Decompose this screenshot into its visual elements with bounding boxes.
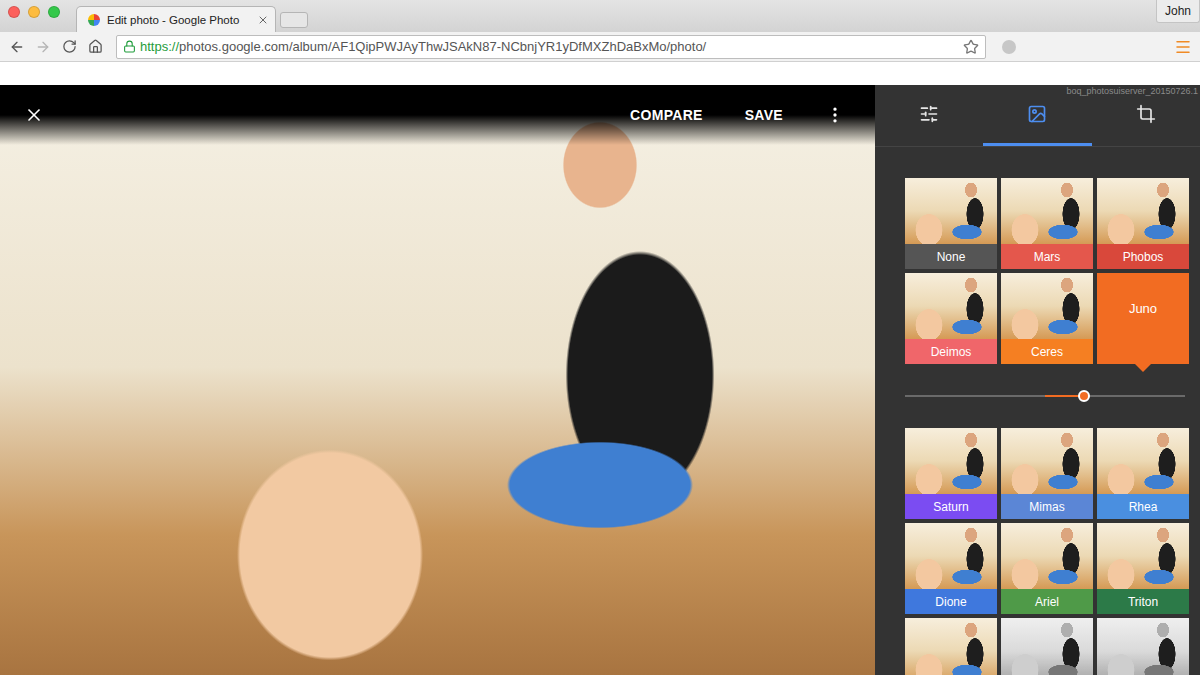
server-label: boq_photosuiserver_20150726.1 (1066, 86, 1198, 96)
filter-label: None (905, 244, 997, 269)
browser-tab[interactable]: Edit photo - Google Photo (76, 6, 276, 32)
edit-panel: boq_photosuiserver_20150726.1 NoneMarsPho… (875, 85, 1200, 675)
filter-tile[interactable]: Triton (1097, 523, 1189, 614)
filter-label: Deimos (905, 339, 997, 364)
photos-logo-icon (87, 13, 101, 27)
close-light-icon[interactable] (8, 6, 20, 18)
more-filter-grid: SaturnMimasRhea DioneArielTriton (875, 428, 1200, 675)
header-actions: COMPARE SAVE (630, 103, 845, 127)
forward-arrow-icon (35, 39, 51, 55)
url: https://photos.google.com/album/AF1QipPW… (140, 39, 959, 54)
filter-tile[interactable]: None (905, 178, 997, 269)
filter-label: Dione (905, 589, 997, 614)
reload-button[interactable] (60, 39, 78, 54)
filter-tile[interactable]: Phobos (1097, 178, 1189, 269)
filter-tile[interactable]: Saturn (905, 428, 997, 519)
slider-thumb[interactable] (1078, 390, 1090, 402)
chrome-menu-button[interactable] (1174, 38, 1192, 56)
filter-tile[interactable]: Mars (1001, 178, 1093, 269)
filter-thumbnail (905, 523, 997, 589)
menu-icon (1174, 38, 1192, 56)
filter-label: Triton (1097, 589, 1189, 614)
minimize-light-icon[interactable] (28, 6, 40, 18)
home-icon (88, 39, 103, 54)
back-button[interactable] (8, 39, 26, 55)
page-top-band (0, 62, 1200, 85)
filter-label: Mars (1001, 244, 1093, 269)
filter-tile[interactable]: Ariel (1001, 523, 1093, 614)
header-action-button[interactable]: SAVE (745, 103, 783, 127)
profile-button[interactable]: John (1156, 0, 1200, 23)
filter-tile[interactable]: Deimos (905, 273, 997, 364)
extension-icon[interactable] (1002, 40, 1016, 54)
intensity-slider[interactable] (905, 389, 1185, 403)
filter-label: Ariel (1001, 589, 1093, 614)
filter-thumbnail (1001, 178, 1093, 244)
lock-icon (123, 40, 136, 53)
close-button[interactable] (24, 105, 44, 125)
forward-button[interactable] (34, 39, 52, 55)
filter-tile[interactable]: Ceres (1001, 273, 1093, 364)
sliders-icon (919, 104, 939, 124)
photo (0, 115, 875, 675)
filter-thumbnail (905, 273, 997, 339)
intensity-slider-row (875, 364, 1200, 428)
new-tab-button[interactable] (280, 12, 308, 28)
filter-thumbnail[interactable] (1001, 618, 1093, 675)
window-controls (8, 6, 76, 18)
image-icon (1027, 104, 1047, 124)
reload-icon (62, 39, 77, 54)
zoom-light-icon[interactable] (48, 6, 60, 18)
crop-icon (1136, 104, 1156, 124)
more-vertical-icon (825, 105, 845, 125)
more-button[interactable] (825, 105, 845, 125)
panel-tab[interactable] (875, 85, 983, 146)
filter-label: Juno (1097, 273, 1189, 364)
filter-tile-selected[interactable]: Juno (1097, 273, 1189, 364)
filter-thumbnail (905, 428, 997, 494)
filter-thumbnail (1097, 428, 1189, 494)
pointer-icon (1135, 364, 1151, 372)
tab-title: Edit photo - Google Photo (107, 14, 251, 26)
header-action-button[interactable]: COMPARE (630, 103, 703, 127)
filter-label: Mimas (1001, 494, 1093, 519)
filter-label: Rhea (1097, 494, 1189, 519)
tab-strip: Edit photo - Google Photo John (0, 0, 1200, 32)
browser-window: Edit photo - Google Photo John https://pho… (0, 0, 1200, 675)
filter-label: Phobos (1097, 244, 1189, 269)
filter-thumbnail[interactable] (1097, 618, 1189, 675)
filter-thumbnail (1001, 273, 1093, 339)
browser-toolbar: https://photos.google.com/album/AF1QipPW… (0, 32, 1200, 62)
bookmark-star-icon[interactable] (963, 39, 979, 55)
photo-editor: COMPARE SAVE boq_photosuiserver_20150726.1… (0, 85, 1200, 675)
filter-grid: NoneMarsPhobos DeimosCeresJuno (875, 178, 1200, 364)
filter-label: Ceres (1001, 339, 1093, 364)
photo-pane: COMPARE SAVE (0, 85, 875, 675)
filter-thumbnail (1001, 523, 1093, 589)
home-button[interactable] (86, 39, 104, 54)
filter-thumbnail (1097, 523, 1189, 589)
filter-thumbnail[interactable] (905, 618, 997, 675)
filter-label: Saturn (905, 494, 997, 519)
address-bar[interactable]: https://photos.google.com/album/AF1QipPW… (116, 35, 986, 59)
filter-tile[interactable]: Mimas (1001, 428, 1093, 519)
filter-tile[interactable]: Rhea (1097, 428, 1189, 519)
close-icon (24, 105, 44, 125)
filter-thumbnail (1001, 428, 1093, 494)
close-tab-icon[interactable] (257, 14, 269, 26)
back-arrow-icon (9, 39, 25, 55)
filter-tile[interactable]: Dione (905, 523, 997, 614)
filter-thumbnail (1097, 178, 1189, 244)
editor-header: COMPARE SAVE (0, 85, 875, 145)
filter-thumbnail (905, 178, 997, 244)
